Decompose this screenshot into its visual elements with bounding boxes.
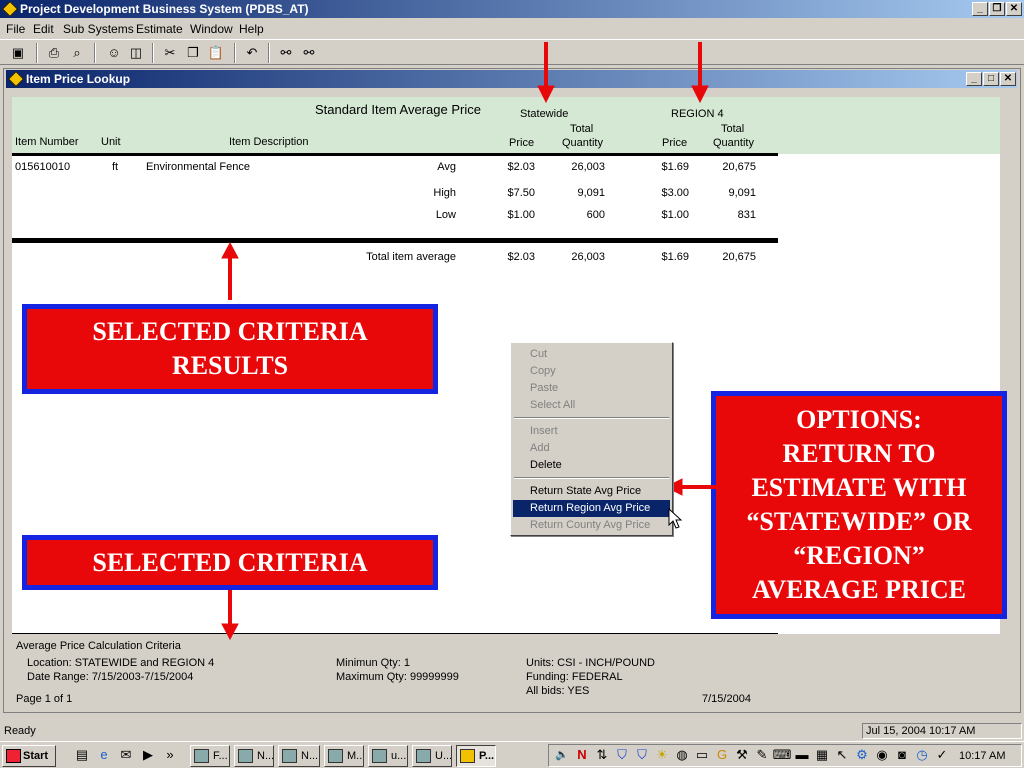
- tray-g-icon[interactable]: G: [712, 745, 732, 765]
- taskbar-button[interactable]: u...: [368, 745, 408, 767]
- status-text: Ready: [4, 725, 36, 737]
- arrow-statewide-head: [537, 85, 555, 104]
- menu-item-cut[interactable]: Cut: [513, 346, 670, 363]
- tray-calc-icon[interactable]: ▦: [812, 745, 832, 765]
- menu-item-select-all[interactable]: Select All: [513, 397, 670, 414]
- taskbar-button[interactable]: N...: [278, 745, 320, 767]
- status-datetime: Jul 15, 2004 10:17 AM: [866, 725, 976, 737]
- task-label: F...: [213, 750, 228, 762]
- menu-item-paste[interactable]: Paste: [513, 380, 670, 397]
- task-label: u...: [391, 750, 407, 762]
- arrow-results-head: [221, 241, 239, 259]
- taskbar-button[interactable]: M...: [324, 745, 364, 767]
- quicklaunch-desktop-icon[interactable]: ▤: [72, 745, 92, 765]
- tray-misc-icon[interactable]: ✓: [932, 745, 952, 765]
- task-icon: [238, 749, 253, 763]
- task-icon: [194, 749, 209, 763]
- mouse-cursor-icon: [668, 508, 682, 529]
- task-icon: [372, 749, 387, 763]
- menu-item-add[interactable]: Add: [513, 440, 670, 457]
- task-label: N...: [301, 750, 319, 762]
- tray-network-icon[interactable]: ⇅: [592, 745, 612, 765]
- arrow-criteria-head: [221, 623, 239, 641]
- tray-keyboard-icon[interactable]: ⌨: [772, 745, 792, 765]
- status-bar: Ready Jul 15, 2004 10:17 AM: [0, 722, 1024, 740]
- tray-antivirus-icon[interactable]: ⛉: [632, 745, 652, 765]
- task-icon: [460, 749, 475, 763]
- menu-item-return-county-avg[interactable]: Return County Avg Price: [513, 517, 670, 534]
- taskbar: Start ▤ e ✉ ▶ » F... N... N... M... u...…: [0, 741, 1024, 768]
- tray-shield-icon[interactable]: ⛉: [612, 745, 632, 765]
- tray-pen-icon[interactable]: ✎: [752, 745, 772, 765]
- tray-monitor-icon[interactable]: ▭: [692, 745, 712, 765]
- tray-camera-icon[interactable]: ◙: [892, 745, 912, 765]
- tray-volume-icon[interactable]: 🔈: [552, 745, 572, 765]
- tray-clock: 10:17 AM: [959, 750, 1006, 762]
- tray-tools-icon[interactable]: ⚒: [732, 745, 752, 765]
- taskbar-button[interactable]: N...: [234, 745, 274, 767]
- status-datetime-panel: Jul 15, 2004 10:17 AM: [862, 723, 1022, 739]
- tray-sun-icon[interactable]: ☀: [652, 745, 672, 765]
- menu-item-insert[interactable]: Insert: [513, 423, 670, 440]
- task-label: P...: [479, 750, 495, 762]
- menu-item-return-region-avg[interactable]: Return Region Avg Price: [513, 500, 670, 517]
- start-label: Start: [23, 750, 49, 762]
- tray-pointer-icon[interactable]: ↖: [832, 745, 852, 765]
- taskbar-button[interactable]: F...: [190, 745, 230, 767]
- task-label: U...: [435, 750, 452, 762]
- quicklaunch-media-icon[interactable]: ▶: [138, 745, 158, 765]
- quicklaunch-ie-icon[interactable]: e: [94, 745, 114, 765]
- start-button[interactable]: Start: [2, 745, 56, 767]
- tray-globe-icon[interactable]: ◍: [672, 745, 692, 765]
- taskbar-button-active[interactable]: P...: [456, 745, 496, 767]
- task-icon: [416, 749, 431, 763]
- taskbar-button[interactable]: U...: [412, 745, 452, 767]
- menu-item-return-state-avg[interactable]: Return State Avg Price: [513, 483, 670, 500]
- tray-battery-icon[interactable]: ▬: [792, 745, 812, 765]
- menu-item-delete[interactable]: Delete: [513, 457, 670, 474]
- windows-logo-icon: [6, 749, 21, 763]
- task-icon: [328, 749, 343, 763]
- task-label: M...: [347, 750, 364, 762]
- menu-separator: [514, 477, 669, 479]
- menu-item-copy[interactable]: Copy: [513, 363, 670, 380]
- quicklaunch-more-icon[interactable]: »: [160, 745, 180, 765]
- tray-settings-icon[interactable]: ⚙: [852, 745, 872, 765]
- tray-globe2-icon[interactable]: ◉: [872, 745, 892, 765]
- task-label: N...: [257, 750, 274, 762]
- context-menu: Cut Copy Paste Select All Insert Add Del…: [510, 342, 673, 536]
- tray-clock-icon[interactable]: ◷: [912, 745, 932, 765]
- arrow-region-head: [691, 85, 709, 104]
- task-icon: [282, 749, 297, 763]
- menu-separator: [514, 417, 669, 419]
- quicklaunch-outlook-icon[interactable]: ✉: [116, 745, 136, 765]
- tray-n-icon[interactable]: N: [572, 745, 592, 765]
